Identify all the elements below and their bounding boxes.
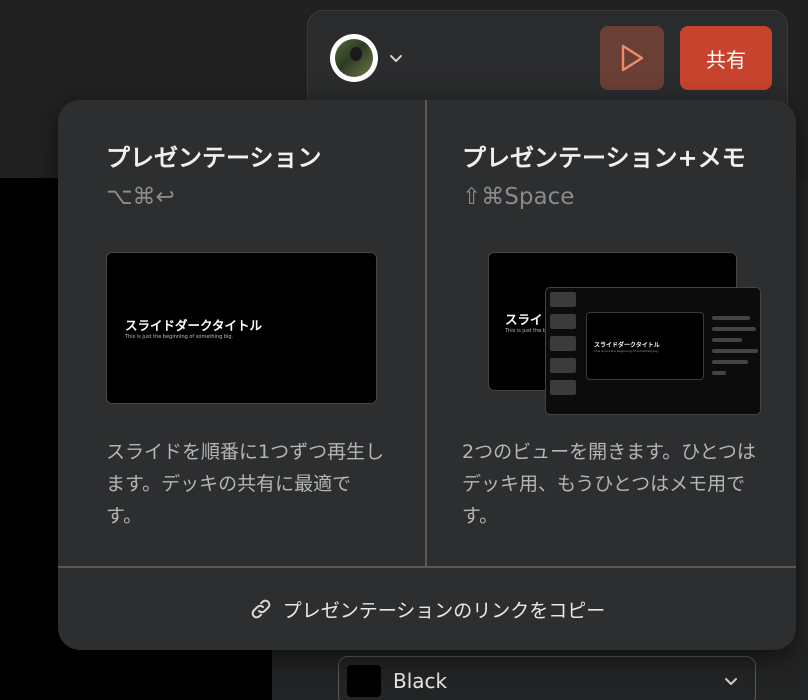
slide-strip [550, 292, 578, 402]
thumbnail-title: スライ [505, 312, 543, 327]
strip-slide [550, 292, 576, 307]
current-slide-preview: スライドダークタイトル This is just the beginning o… [586, 312, 704, 380]
notes-line [712, 371, 726, 375]
notes-line [712, 360, 748, 364]
strip-slide [550, 358, 576, 373]
present-button[interactable] [600, 26, 664, 90]
speaker-notes-preview [712, 316, 758, 382]
preview-title: スライドダークタイトル [594, 342, 660, 349]
option-description: スライドを順番に1つずつ再生します。デッキの共有に最適です。 [106, 441, 385, 527]
notes-line [712, 327, 756, 331]
option-description: 2つのビューを開きます。ひとつはデッキ用、もうひとつはメモ用です。 [462, 441, 756, 527]
option-title: プレゼンテーション+メモ [462, 144, 746, 172]
chevron-down-icon [725, 678, 737, 685]
strip-slide [550, 336, 576, 351]
chevron-down-icon[interactable] [388, 50, 404, 66]
thumbnail-subtitle: This is just the beginning of something … [125, 334, 234, 340]
user-avatar[interactable] [330, 34, 378, 82]
color-select-value: Black [393, 669, 448, 693]
option-presentation-notes[interactable]: プレゼンテーション+メモ ⇧⌘Space スライ This is just th… [427, 100, 796, 568]
presenter-view-thumbnail: スライドダークタイトル This is just the beginning o… [545, 287, 761, 415]
color-swatch [347, 665, 381, 697]
strip-slide [550, 314, 576, 329]
copy-link-label: プレゼンテーションのリンクをコピー [282, 599, 606, 622]
avatar-photo [335, 39, 373, 77]
copy-presentation-link-button[interactable]: プレゼンテーションのリンクをコピー [58, 568, 796, 650]
strip-slide [550, 380, 576, 395]
notes-line [712, 316, 750, 320]
option-title: プレゼンテーション [106, 144, 322, 172]
slide-thumbnail: スライドダークタイトル This is just the beginning o… [106, 252, 377, 404]
notes-line [712, 338, 742, 342]
option-presentation[interactable]: プレゼンテーション ⌥⌘↩ スライドダークタイトル This is just t… [58, 100, 426, 568]
keyboard-shortcut: ⇧⌘Space [462, 184, 575, 210]
preview-subtitle: This is just the beginning of something … [594, 349, 659, 353]
play-icon [621, 44, 644, 72]
share-button[interactable]: 共有 [680, 26, 772, 90]
notes-line [712, 349, 758, 353]
thumbnail-title: スライドダークタイトル [125, 318, 263, 333]
present-mode-popover: プレゼンテーション ⌥⌘↩ スライドダークタイトル This is just t… [58, 100, 796, 650]
keyboard-shortcut: ⌥⌘↩ [106, 184, 175, 210]
color-select[interactable]: Black [338, 656, 756, 700]
link-icon [251, 599, 271, 619]
